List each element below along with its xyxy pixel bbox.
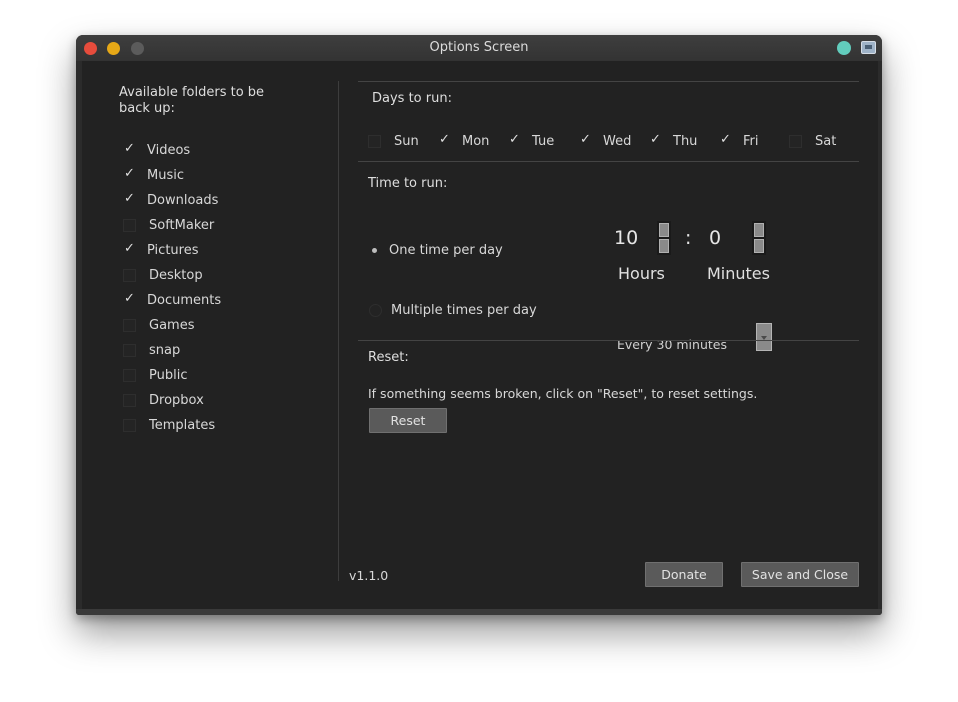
multiple-times-radio[interactable] xyxy=(369,303,382,317)
minutes-down-button[interactable] xyxy=(754,239,764,253)
folder-item-templates[interactable]: Templates xyxy=(123,416,215,434)
folder-label: Videos xyxy=(147,142,191,158)
vertical-divider xyxy=(338,81,339,581)
folder-label: Music xyxy=(147,167,184,183)
options-content: Available folders to be back up: Videos … xyxy=(82,61,878,609)
day-label: Thu xyxy=(673,133,698,149)
day-label: Wed xyxy=(603,133,632,149)
options-window: Options Screen Available folders to be b… xyxy=(76,35,882,615)
days-heading: Days to run: xyxy=(372,91,452,106)
hours-spinner[interactable] xyxy=(657,221,671,255)
checkbox-templates[interactable] xyxy=(123,418,136,432)
folder-label: Desktop xyxy=(149,267,203,283)
checkbox-pictures[interactable] xyxy=(123,241,136,257)
day-sat[interactable]: Sat xyxy=(789,132,836,150)
checkbox-sat[interactable] xyxy=(789,134,802,148)
folder-label: Templates xyxy=(149,417,216,433)
folder-label: Games xyxy=(149,317,195,333)
divider-top xyxy=(358,81,859,82)
day-label: Fri xyxy=(743,133,759,149)
divider-time xyxy=(358,340,859,341)
time-heading: Time to run: xyxy=(368,176,448,191)
status-dot-icon xyxy=(837,41,851,55)
reset-message: If something seems broken, click on "Res… xyxy=(368,386,758,401)
folder-label: SoftMaker xyxy=(149,217,215,233)
folder-item-public[interactable]: Public xyxy=(123,366,187,384)
multiple-times-option[interactable]: Multiple times per day xyxy=(369,301,537,319)
folder-item-dropbox[interactable]: Dropbox xyxy=(123,391,204,409)
minutes-up-button[interactable] xyxy=(754,223,764,237)
checkbox-downloads[interactable] xyxy=(123,191,136,207)
folder-label: Pictures xyxy=(147,242,199,258)
window-bottom-edge xyxy=(76,609,882,615)
folder-item-downloads[interactable]: Downloads xyxy=(123,191,218,209)
reset-button[interactable]: Reset xyxy=(369,408,447,433)
checkbox-fri[interactable] xyxy=(719,132,732,148)
hours-value[interactable]: 10 xyxy=(614,227,638,249)
reset-heading: Reset: xyxy=(368,350,409,365)
day-wed[interactable]: Wed xyxy=(579,132,631,150)
folder-item-snap[interactable]: snap xyxy=(123,341,180,359)
minutes-label: Minutes xyxy=(707,264,770,283)
time-separator: : xyxy=(685,227,692,249)
checkbox-tue[interactable] xyxy=(508,132,521,148)
day-sun[interactable]: Sun xyxy=(368,132,419,150)
folder-item-softmaker[interactable]: SoftMaker xyxy=(123,216,214,234)
checkbox-public[interactable] xyxy=(123,368,136,382)
checkbox-mon[interactable] xyxy=(438,132,451,148)
folder-label: snap xyxy=(149,342,181,358)
minutes-spinner[interactable] xyxy=(752,221,766,255)
day-fri[interactable]: Fri xyxy=(719,132,759,150)
save-and-close-button[interactable]: Save and Close xyxy=(741,562,859,587)
folder-label: Dropbox xyxy=(149,392,204,408)
checkbox-games[interactable] xyxy=(123,318,136,332)
screen-icon[interactable] xyxy=(861,41,876,54)
folder-item-music[interactable]: Music xyxy=(123,166,184,184)
day-mon[interactable]: Mon xyxy=(438,132,489,150)
checkbox-sun[interactable] xyxy=(368,134,381,148)
day-thu[interactable]: Thu xyxy=(649,132,697,150)
day-tue[interactable]: Tue xyxy=(508,132,554,150)
version-label: v1.1.0 xyxy=(349,568,389,583)
one-time-radio[interactable] xyxy=(369,245,380,256)
checkbox-desktop[interactable] xyxy=(123,268,136,282)
hours-down-button[interactable] xyxy=(659,239,669,253)
checkbox-documents[interactable] xyxy=(123,291,136,307)
one-time-option[interactable]: One time per day xyxy=(369,241,503,259)
day-label: Mon xyxy=(462,133,490,149)
folder-label: Public xyxy=(149,367,188,383)
checkbox-softmaker[interactable] xyxy=(123,218,136,232)
folder-item-documents[interactable]: Documents xyxy=(123,291,221,309)
title-bar[interactable]: Options Screen xyxy=(76,35,882,61)
window-title: Options Screen xyxy=(429,40,529,55)
checkbox-snap[interactable] xyxy=(123,343,136,357)
minutes-value[interactable]: 0 xyxy=(709,227,721,249)
folder-label: Documents xyxy=(147,292,222,308)
folder-item-pictures[interactable]: Pictures xyxy=(123,241,198,259)
folders-heading: Available folders to be back up: xyxy=(119,85,265,116)
hours-label: Hours xyxy=(618,264,665,283)
checkbox-music[interactable] xyxy=(123,166,136,182)
one-time-label: One time per day xyxy=(389,242,503,258)
divider-days xyxy=(358,161,859,162)
checkbox-dropbox[interactable] xyxy=(123,393,136,407)
folder-item-games[interactable]: Games xyxy=(123,316,194,334)
multiple-times-label: Multiple times per day xyxy=(391,302,537,318)
checkbox-videos[interactable] xyxy=(123,141,136,157)
day-label: Tue xyxy=(532,133,555,149)
day-label: Sat xyxy=(815,133,837,149)
day-label: Sun xyxy=(394,133,419,149)
donate-button[interactable]: Donate xyxy=(645,562,723,587)
checkbox-thu[interactable] xyxy=(649,132,662,148)
folder-label: Downloads xyxy=(147,192,219,208)
folder-item-desktop[interactable]: Desktop xyxy=(123,266,203,284)
checkbox-wed[interactable] xyxy=(579,132,592,148)
hours-up-button[interactable] xyxy=(659,223,669,237)
folder-item-videos[interactable]: Videos xyxy=(123,141,190,159)
interval-dropdown-button[interactable] xyxy=(756,323,772,351)
